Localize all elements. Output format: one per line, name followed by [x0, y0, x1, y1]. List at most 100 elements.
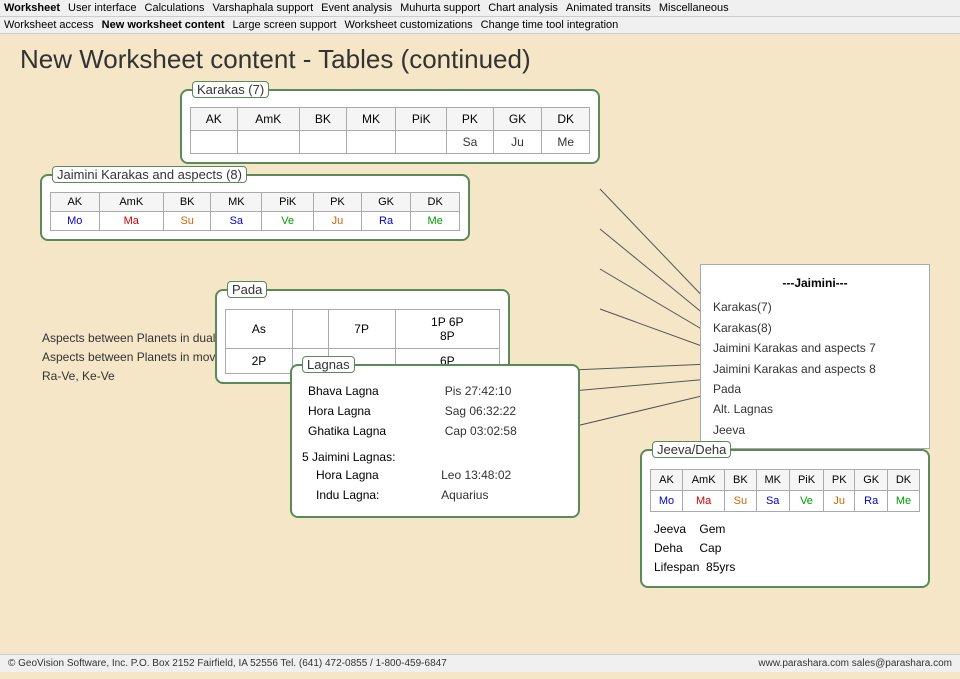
karakas-table: AK AmK BK MK PiK PK GK DK Sa Ju — [190, 107, 590, 154]
right-list-item-6[interactable]: Alt. Lagnas — [709, 399, 921, 419]
pada-as: As — [226, 310, 293, 349]
right-list-item-3[interactable]: Jaimini Karakas and aspects 7 — [709, 338, 921, 358]
karakas-val-pik — [396, 131, 447, 154]
sub-worksheet-access[interactable]: Worksheet access — [4, 19, 94, 31]
jaimini-val-dk: Me — [411, 212, 460, 231]
lagnas-ghatika-val: Cap 03:02:58 — [441, 422, 566, 440]
sub-change-time[interactable]: Change time tool integration — [481, 19, 619, 31]
diagram-area: Karakas (7) AK AmK BK MK PiK PK GK DK — [20, 89, 940, 669]
jeeva-lifespan-val: 85yrs — [706, 560, 735, 574]
sub-worksheet-customizations[interactable]: Worksheet customizations — [344, 19, 472, 31]
jeeva-val-pk: Ju — [824, 491, 855, 512]
jeeva-header-amk: AmK — [682, 470, 724, 491]
lagnas-title: Lagnas — [302, 356, 355, 373]
pada-2p: 2P — [226, 349, 293, 374]
pada-title: Pada — [227, 281, 267, 298]
sub-large-screen[interactable]: Large screen support — [233, 19, 337, 31]
karakas-header-mk: MK — [346, 108, 396, 131]
jeeva-jeeva-val: Gem — [699, 522, 725, 536]
karakas-header-dk: DK — [542, 108, 590, 131]
jeeva-header-bk: BK — [725, 470, 756, 491]
karakas-header-amk: AmK — [237, 108, 300, 131]
karakas-header-bk: BK — [300, 108, 347, 131]
jeeva-table: AK AmK BK MK PiK PK GK DK Mo Ma Su Sa Ve… — [650, 469, 920, 512]
lagnas-hora-val: Sag 06:32:22 — [441, 402, 566, 420]
sub-new-worksheet-content[interactable]: New worksheet content — [102, 19, 225, 31]
lagnas-table: Bhava Lagna Pis 27:42:10 Hora Lagna Sag … — [302, 380, 568, 442]
jeeva-deha-label: Deha — [654, 541, 683, 555]
karakas-val-pk: Sa — [447, 131, 494, 154]
jeeva-jeeva-label: Jeeva — [654, 522, 686, 536]
jaimini-val-bk: Su — [163, 212, 210, 231]
right-list-title: ---Jaimini--- — [709, 273, 921, 293]
karakas-header-ak: AK — [191, 108, 238, 131]
jeeva-header-ak: AK — [651, 470, 683, 491]
menu-muhurta[interactable]: Muhurta support — [400, 2, 480, 14]
lagnas-panel: Lagnas Bhava Lagna Pis 27:42:10 Hora Lag… — [290, 364, 580, 518]
menu-event-analysis[interactable]: Event analysis — [321, 2, 392, 14]
jeeva-lifespan: Lifespan 85yrs — [654, 558, 920, 577]
menu-animated-transits[interactable]: Animated transits — [566, 2, 651, 14]
karakas-val-amk — [237, 131, 300, 154]
jaimini-header-pik: PiK — [262, 193, 314, 212]
pada-7p: 7P — [328, 310, 395, 349]
jaimini-val-amk: Ma — [99, 212, 163, 231]
jeeva-info: Jeeva Gem Deha Cap Lifespan 85yrs — [650, 520, 920, 578]
jaimini-header-gk: GK — [361, 193, 411, 212]
pada-empty1 — [292, 310, 328, 349]
jaimini-header-amk: AmK — [99, 193, 163, 212]
jeeva-jeeva: Jeeva Gem — [654, 520, 920, 539]
right-list-item-5[interactable]: Pada — [709, 379, 921, 399]
jaimini-header-pk: PK — [314, 193, 361, 212]
lagnas-jaimini-hora-val: Leo 13:48:02 — [437, 466, 566, 484]
lagnas-ghatika-label: Ghatika Lagna — [304, 422, 439, 440]
lagnas-hora-label: Hora Lagna — [304, 402, 439, 420]
jeeva-header-pk: PK — [824, 470, 855, 491]
lagnas-indu-label: Indu Lagna: — [304, 486, 435, 504]
karakas-title: Karakas (7) — [192, 81, 269, 98]
jaimini-val-pik: Ve — [262, 212, 314, 231]
lagnas-indu-val: Aquarius — [437, 486, 566, 504]
lagnas-jaimini-hora-label: Hora Lagna — [304, 466, 435, 484]
karakas-val-ak — [191, 131, 238, 154]
jaimini-val-pk: Ju — [314, 212, 361, 231]
jaimini-header-bk: BK — [163, 193, 210, 212]
jaimini-val-gk: Ra — [361, 212, 411, 231]
jeeva-header-mk: MK — [756, 470, 789, 491]
menu-chart-analysis[interactable]: Chart analysis — [488, 2, 558, 14]
jeeva-val-bk: Su — [725, 491, 756, 512]
karakas-panel: Karakas (7) AK AmK BK MK PiK PK GK DK — [180, 89, 600, 164]
menu-calculations[interactable]: Calculations — [145, 2, 205, 14]
jeeva-header-dk: DK — [888, 470, 920, 491]
right-list-item-4[interactable]: Jaimini Karakas and aspects 8 — [709, 359, 921, 379]
menu-user-interface[interactable]: User interface — [68, 2, 136, 14]
jeeva-header-gk: GK — [855, 470, 888, 491]
menu-miscellaneous[interactable]: Miscellaneous — [659, 2, 729, 14]
karakas-val-gk: Ju — [493, 131, 542, 154]
pada-1p6p8p: 1P 6P 8P — [395, 310, 499, 349]
jaimini-header-mk: MK — [211, 193, 262, 212]
footer-right: www.parashara.com sales@parashara.com — [758, 658, 952, 669]
jeeva-header-pik: PiK — [789, 470, 823, 491]
footer-left: © GeoVision Software, Inc. P.O. Box 2152… — [8, 658, 447, 669]
page-content: New Worksheet content - Tables (continue… — [0, 34, 960, 679]
lagnas-prefix: 5 — [302, 450, 309, 464]
karakas-header-pk: PK — [447, 108, 494, 131]
menu-varshaphala[interactable]: Varshaphala support — [212, 2, 313, 14]
jaimini-val-mk: Sa — [211, 212, 262, 231]
jeeva-lifespan-label: Lifespan — [654, 560, 699, 574]
jaimini-panel: Jaimini Karakas and aspects (8) AK AmK B… — [40, 174, 470, 241]
jaimini-table: AK AmK BK MK PiK PK GK DK Mo Ma Su Sa Ve… — [50, 192, 460, 231]
jeeva-val-pik: Ve — [789, 491, 823, 512]
jeeva-title: Jeeva/Deha — [652, 441, 731, 458]
right-list-item-1[interactable]: Karakas(7) — [709, 297, 921, 317]
right-list-item-2[interactable]: Karakas(8) — [709, 318, 921, 338]
right-list-item-7[interactable]: Jeeva — [709, 420, 921, 440]
jeeva-val-mk: Sa — [756, 491, 789, 512]
jeeva-deha-val: Cap — [699, 541, 721, 555]
lagnas-bhava-val: Pis 27:42:10 — [441, 382, 566, 400]
menu-worksheet[interactable]: Worksheet — [4, 2, 60, 14]
lagnas-jaimini-title: Jaimini Lagnas: — [312, 450, 395, 464]
karakas-header-gk: GK — [493, 108, 542, 131]
lagnas-bhava-label: Bhava Lagna — [304, 382, 439, 400]
